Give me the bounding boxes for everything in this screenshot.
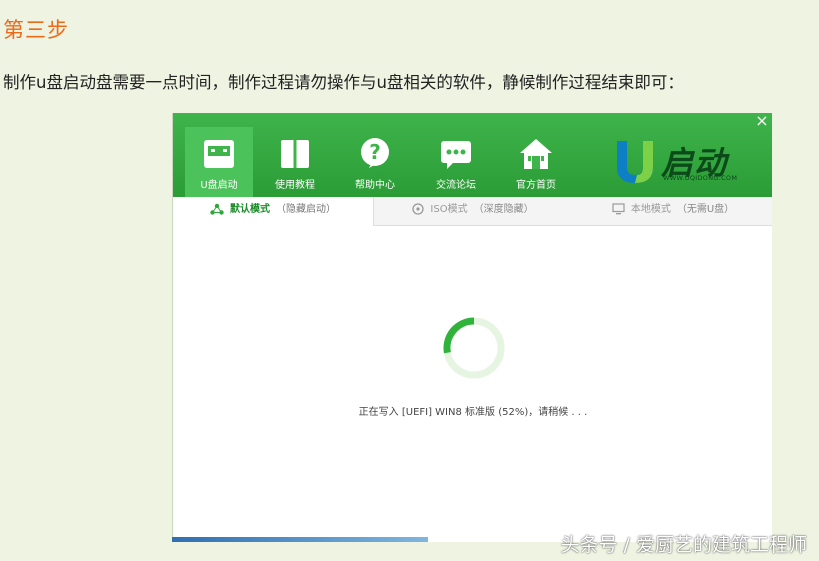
nav-tutorial[interactable]: 使用教程: [261, 127, 329, 197]
tab-label: ISO模式: [430, 204, 468, 215]
step-title: 第三步: [3, 18, 69, 42]
nav-label: U盘启动: [200, 180, 238, 191]
nav-help[interactable]: ? 帮助中心: [341, 127, 409, 197]
mode-tabs: 默认模式 （隐藏启动） ISO模式 （深度隐藏） 本地模式 （无需U盘）: [173, 197, 772, 226]
tab-local-mode[interactable]: 本地模式 （无需U盘）: [573, 197, 772, 225]
tab-label: 默认模式: [230, 204, 270, 215]
network-icon: [210, 203, 224, 215]
app-window: U盘启动 使用教程 ? 帮助中心 交流论坛 官方首页 启动 WWW.UQIDON…: [172, 113, 772, 542]
nav-homepage[interactable]: 官方首页: [502, 127, 570, 197]
watermark: 头条号 / 爱厨艺的建筑工程师: [560, 534, 807, 556]
usb-drive-icon: [204, 140, 234, 168]
status-text: 正在写入 [UEFI] WIN8 标准版 (52%)，请稍候 . . .: [358, 407, 588, 418]
book-icon: [281, 140, 309, 168]
nav-label: 使用教程: [275, 180, 315, 191]
nav-label: 官方首页: [516, 180, 556, 191]
tab-default-mode[interactable]: 默认模式 （隐藏启动）: [173, 197, 374, 226]
intro-text: 制作u盘启动盘需要一点时间，制作过程请勿操作与u盘相关的软件，静候制作过程结束即…: [3, 73, 684, 92]
close-button[interactable]: ×: [755, 113, 769, 129]
tab-label: 本地模式: [630, 204, 671, 215]
disc-icon: [412, 203, 425, 215]
app-topbar: U盘启动 使用教程 ? 帮助中心 交流论坛 官方首页 启动 WWW.UQIDON…: [173, 113, 772, 197]
logo-url: WWW.UQIDONG.COM: [663, 174, 738, 182]
monitor-icon: [612, 203, 625, 215]
nav-forum[interactable]: 交流论坛: [422, 127, 490, 197]
progress-spinner: [443, 317, 505, 379]
spinner-arc: [443, 317, 475, 354]
svg-text:?: ?: [369, 140, 381, 164]
taskbar-strip: [172, 537, 428, 542]
home-icon: [520, 139, 552, 169]
tab-iso-mode[interactable]: ISO模式 （深度隐藏）: [373, 197, 573, 225]
chat-icon: [441, 141, 471, 169]
nav-usb-boot[interactable]: U盘启动: [185, 127, 253, 197]
nav-label: 交流论坛: [436, 180, 476, 191]
tab-sub: （隐藏启动）: [276, 204, 336, 215]
nav-label: 帮助中心: [355, 180, 395, 191]
tab-sub: （深度隐藏）: [473, 204, 534, 215]
tab-sub: （无需U盘）: [676, 204, 735, 215]
help-icon: ?: [361, 138, 389, 168]
